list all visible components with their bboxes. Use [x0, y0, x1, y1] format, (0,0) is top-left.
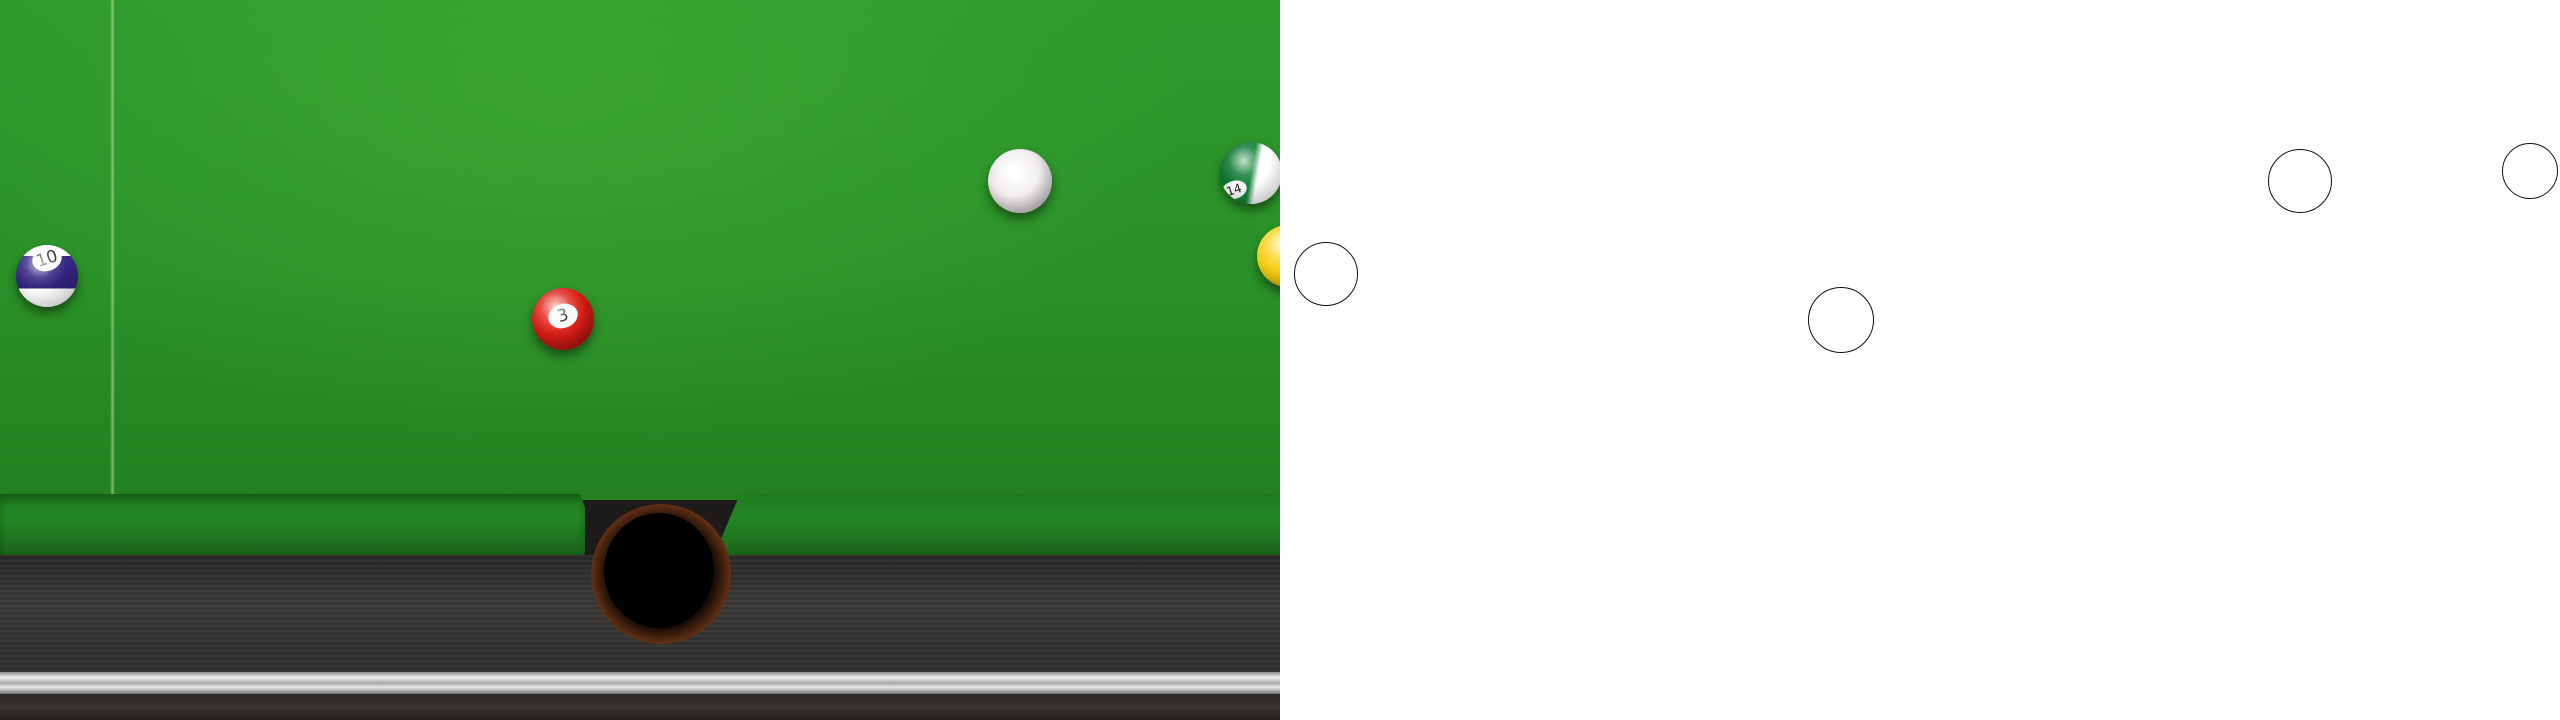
- cushion-left: [0, 494, 585, 560]
- pool-table-view[interactable]: 3 10 14: [0, 0, 1280, 720]
- cue-ball-outline: [2268, 149, 2332, 213]
- cue-ball[interactable]: [988, 149, 1052, 213]
- table-felt[interactable]: [0, 0, 1280, 500]
- ball-3[interactable]: 3: [532, 288, 594, 350]
- cushion-right: [712, 494, 1280, 560]
- ball-highlight: [16, 245, 78, 307]
- ball-highlight: [532, 288, 594, 350]
- ball-10[interactable]: 10: [16, 245, 78, 307]
- head-string-line: [110, 0, 115, 495]
- ball-3-outline: [1808, 287, 1874, 353]
- ball-14[interactable]: 14: [1220, 142, 1280, 204]
- chrome-trim: [0, 672, 1280, 694]
- ball-10-outline: [1294, 242, 1358, 306]
- side-pocket: [604, 513, 714, 628]
- ball-highlight: [988, 149, 1052, 213]
- ball-outline-panel: [1280, 0, 2560, 720]
- ball-14-outline: [2502, 143, 2558, 199]
- game-screen: 3 10 14: [0, 0, 2560, 720]
- ball-highlight: [1220, 142, 1280, 204]
- table-base: [0, 694, 1280, 720]
